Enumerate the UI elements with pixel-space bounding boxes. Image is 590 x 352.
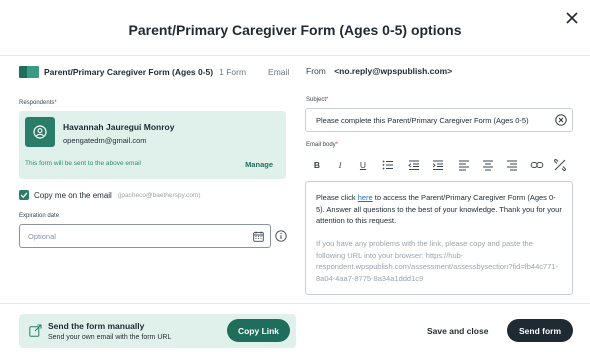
- respondents-label: Respondents*: [19, 100, 57, 106]
- copy-me-row[interactable]: Copy me on the email (jpacheco@baethersp…: [19, 190, 201, 200]
- align-center-icon[interactable]: [481, 158, 495, 172]
- from-address: <no.reply@wpspublish.com>: [334, 66, 453, 76]
- form-header: Parent/Primary Caregiver Form (Ages 0-5)…: [19, 66, 289, 78]
- respondent-card: Havannah Jauregui Monroy opengatedm@gmai…: [19, 111, 286, 179]
- email-body-help-text: If you have any problems with the link, …: [316, 239, 559, 283]
- unlink-icon[interactable]: [553, 158, 567, 172]
- email-body-label: Email body*: [306, 142, 339, 148]
- copy-me-label: Copy me on the email: [34, 190, 112, 200]
- modal-title: Parent/Primary Caregiver Form (Ages 0-5)…: [128, 22, 462, 38]
- subject-input[interactable]: Please complete this Parent/Primary Care…: [305, 108, 573, 132]
- close-icon[interactable]: [565, 11, 579, 25]
- bold-icon[interactable]: B: [310, 158, 324, 172]
- send-form-button[interactable]: Send form: [507, 319, 573, 342]
- send-link-icon: [29, 324, 42, 337]
- manage-button[interactable]: Manage: [245, 160, 273, 169]
- clear-icon[interactable]: [555, 114, 567, 126]
- subject-value: Please complete this Parent/Primary Care…: [316, 116, 529, 125]
- info-icon[interactable]: [275, 230, 287, 242]
- link-icon[interactable]: [530, 158, 544, 172]
- expiration-placeholder: Optional: [28, 232, 56, 241]
- send-manually-subtitle: Send your own email with the form URL: [48, 334, 172, 341]
- align-right-icon[interactable]: [505, 158, 519, 172]
- from-label: From: [306, 66, 326, 76]
- from-row: From <no.reply@wpspublish.com>: [306, 66, 452, 76]
- copy-me-checkbox[interactable]: [19, 190, 29, 200]
- indent-icon[interactable]: [431, 158, 445, 172]
- respondent-email: opengatedm@gmail.com: [63, 136, 147, 145]
- subject-label: Subject*: [306, 97, 329, 103]
- respondent-note: This form will be sent to the above emai…: [25, 160, 141, 167]
- underline-icon[interactable]: U: [356, 158, 370, 172]
- expiration-label: Expiration date: [19, 213, 60, 219]
- save-and-close-button[interactable]: Save and close: [427, 326, 488, 336]
- respondent-name: Havannah Jauregui Monroy: [63, 122, 175, 132]
- expiration-date-input[interactable]: Optional: [19, 224, 271, 248]
- bullet-list-icon[interactable]: [381, 158, 395, 172]
- email-body-editor[interactable]: Please click here to access the Parent/P…: [305, 181, 573, 295]
- calendar-icon[interactable]: [253, 231, 264, 242]
- send-manually-panel: Send the form manually Send your own ema…: [19, 314, 296, 348]
- divider: [0, 303, 590, 304]
- form-name: Parent/Primary Caregiver Form (Ages 0-5): [44, 67, 214, 77]
- align-left-icon[interactable]: [457, 158, 471, 172]
- copy-link-button[interactable]: Copy Link: [227, 319, 290, 342]
- divider: [0, 55, 590, 56]
- italic-icon[interactable]: I: [333, 158, 347, 172]
- check-icon: [20, 192, 28, 199]
- editor-toolbar: B I U: [305, 155, 573, 175]
- email-body-text: Please click here to access the Parent/P…: [316, 193, 562, 225]
- form-thumbnail: [19, 66, 39, 78]
- delivery-channel: Email: [268, 67, 290, 77]
- email-body-link[interactable]: here: [358, 193, 373, 202]
- send-manually-title: Send the form manually: [48, 321, 145, 331]
- outdent-icon[interactable]: [407, 158, 421, 172]
- copy-me-email: (jpacheco@baetherspy.com): [117, 191, 201, 199]
- form-count: 1 Form: [219, 67, 247, 77]
- user-icon: [25, 117, 55, 147]
